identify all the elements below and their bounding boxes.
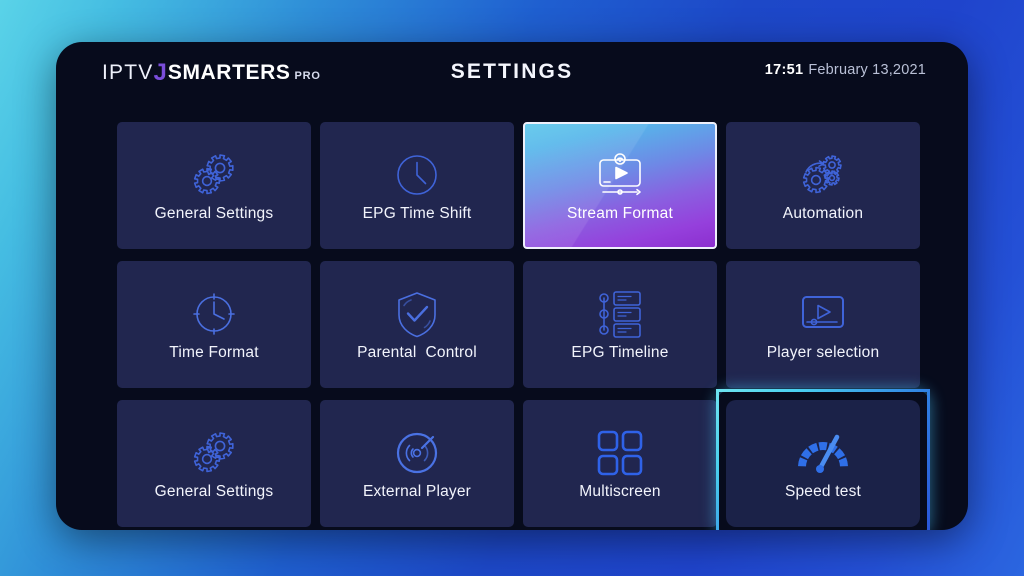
clock-and-date: 17:51 February 13,2021 (765, 62, 926, 78)
shield-check-icon (392, 288, 442, 340)
clock-ticks-icon (188, 288, 240, 340)
clock-date: February 13,2021 (808, 62, 926, 78)
tile-epg-timeline[interactable]: EPG Timeline (523, 261, 717, 388)
tile-label: Automation (782, 204, 864, 222)
tv-panel: IPTV J SMARTERS PRO SETTINGS 17:51 February … (56, 42, 968, 530)
tile-automation[interactable]: Automation (726, 122, 920, 249)
header-bar: IPTV J SMARTERS PRO SETTINGS 17:51 February … (56, 42, 968, 104)
settings-screen: IPTV J SMARTERS PRO SETTINGS 17:51 February … (0, 0, 1024, 576)
tile-time-format[interactable]: Time Format (117, 261, 311, 388)
gears-icon (186, 149, 242, 201)
tile-general-settings[interactable]: General Settings (117, 400, 311, 527)
tile-label: Player selection (766, 343, 880, 361)
tile-external-player[interactable]: External Player (320, 400, 514, 527)
clock-icon (391, 149, 443, 201)
tile-player-selection[interactable]: Player selection (726, 261, 920, 388)
disc-player-icon (391, 427, 443, 479)
tile-general-settings[interactable]: General Settings (117, 122, 311, 249)
stream-screen-icon (591, 149, 649, 201)
settings-tile-grid: General Settings EPG Time Shift Stream For… (117, 122, 930, 530)
tile-label: Speed test (784, 482, 862, 500)
tile-label: Parental Control (357, 343, 477, 361)
tile-label: External Player (362, 482, 472, 500)
timeline-icon (594, 288, 646, 340)
tile-label: Multiscreen (579, 482, 661, 500)
tile-stream-format[interactable]: Stream Format (523, 122, 717, 249)
tile-epg-time-shift[interactable]: EPG Time Shift (320, 122, 514, 249)
tile-speed-test[interactable]: Speed test (716, 389, 930, 530)
speedometer-icon (792, 427, 854, 479)
tile-label: General Settings (154, 204, 274, 222)
tile-multiscreen[interactable]: Multiscreen (523, 400, 717, 527)
automation-gears-icon (794, 149, 852, 201)
video-player-icon (797, 288, 849, 340)
clock-time: 17:51 (764, 62, 804, 78)
gears-icon (186, 427, 242, 479)
tile-label: General Settings (154, 482, 274, 500)
tile-parental-control[interactable]: Parental Control (320, 261, 514, 388)
tile-label: EPG Time Shift (362, 204, 472, 222)
tile-label: Stream Format (567, 204, 673, 222)
tile-label: EPG Timeline (571, 343, 669, 361)
grid-four-icon (596, 427, 644, 479)
tile-label: Time Format (169, 343, 259, 361)
